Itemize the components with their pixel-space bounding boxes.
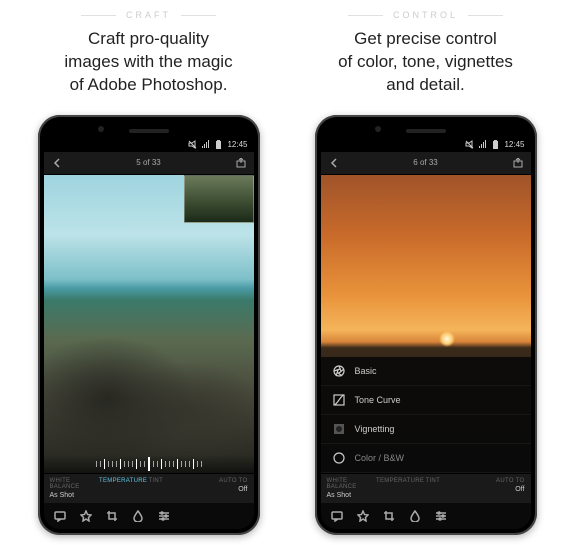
adjustment-menu: Basic Tone Curve Vignetting: [321, 357, 531, 473]
edit-parameters-bar: WHITE BALANCE As Shot TEMPERATURE TINT A…: [321, 473, 531, 503]
menu-basic[interactable]: Basic: [321, 357, 531, 386]
star-icon[interactable]: [80, 510, 92, 522]
mute-icon: [188, 140, 197, 149]
curve-icon: [333, 394, 345, 406]
back-icon[interactable]: [329, 158, 339, 168]
app-bar: 6 of 33: [321, 152, 531, 175]
phone-mockup-left: 12:45 5 of 33: [38, 115, 260, 535]
signal-icon: [201, 140, 210, 149]
chat-icon[interactable]: [54, 510, 66, 522]
status-time: 12:45: [227, 140, 247, 149]
speaker-grille: [406, 129, 446, 133]
image-counter: 6 of 33: [413, 158, 437, 167]
temperature-cell[interactable]: TEMPERATURE: [376, 478, 426, 499]
menu-color-bw[interactable]: Color / B&W: [321, 444, 531, 473]
control-column: CONTROL Get precise control of color, to…: [307, 10, 544, 535]
headline-craft: Craft pro-quality images with the magic …: [59, 28, 237, 97]
photo-viewport[interactable]: Basic Tone Curve Vignetting: [321, 175, 531, 473]
share-icon[interactable]: [236, 158, 246, 168]
color-wheel-icon: [333, 452, 345, 464]
bottom-toolbar: [44, 503, 254, 529]
adjustment-slider[interactable]: [44, 455, 254, 473]
menu-tone-curve[interactable]: Tone Curve: [321, 386, 531, 415]
mute-icon: [465, 140, 474, 149]
auto-tone-cell[interactable]: AUTO TO Off: [198, 478, 248, 499]
image-counter: 5 of 33: [136, 158, 160, 167]
headline-control: Get precise control of color, tone, vign…: [333, 28, 518, 97]
front-camera: [375, 126, 381, 132]
battery-icon: [214, 140, 223, 149]
status-time: 12:45: [504, 140, 524, 149]
phone-mockup-right: 12:45 6 of 33 Basic: [315, 115, 537, 535]
crop-icon[interactable]: [106, 510, 118, 522]
android-statusbar: 12:45: [321, 137, 531, 152]
adjust-icon[interactable]: [158, 510, 170, 522]
auto-tone-cell[interactable]: AUTO TO Off: [475, 478, 525, 499]
white-balance-cell[interactable]: WHITE BALANCE As Shot: [50, 478, 100, 499]
before-preview[interactable]: [184, 175, 254, 223]
battery-icon: [491, 140, 500, 149]
temperature-cell[interactable]: TEMPERATURE: [99, 478, 149, 499]
chat-icon[interactable]: [331, 510, 343, 522]
photo-viewport[interactable]: [44, 175, 254, 473]
speaker-grille: [129, 129, 169, 133]
edit-parameters-bar: WHITE BALANCE As Shot TEMPERATURE TINT A…: [44, 473, 254, 503]
bottom-toolbar: [321, 503, 531, 529]
droplet-icon[interactable]: [409, 510, 421, 522]
front-camera: [98, 126, 104, 132]
vignette-icon: [333, 423, 345, 435]
droplet-icon[interactable]: [132, 510, 144, 522]
white-balance-cell[interactable]: WHITE BALANCE As Shot: [327, 478, 377, 499]
android-statusbar: 12:45: [44, 137, 254, 152]
crop-icon[interactable]: [383, 510, 395, 522]
eyebrow-control: CONTROL: [348, 10, 503, 20]
craft-column: CRAFT Craft pro-quality images with the …: [30, 10, 267, 535]
tint-cell[interactable]: TINT: [426, 478, 476, 499]
tint-cell[interactable]: TINT: [149, 478, 199, 499]
back-icon[interactable]: [52, 158, 62, 168]
signal-icon: [478, 140, 487, 149]
star-icon[interactable]: [357, 510, 369, 522]
eyebrow-craft: CRAFT: [81, 10, 216, 20]
aperture-icon: [333, 365, 345, 377]
adjust-icon[interactable]: [435, 510, 447, 522]
share-icon[interactable]: [513, 158, 523, 168]
app-bar: 5 of 33: [44, 152, 254, 175]
menu-vignetting[interactable]: Vignetting: [321, 415, 531, 444]
